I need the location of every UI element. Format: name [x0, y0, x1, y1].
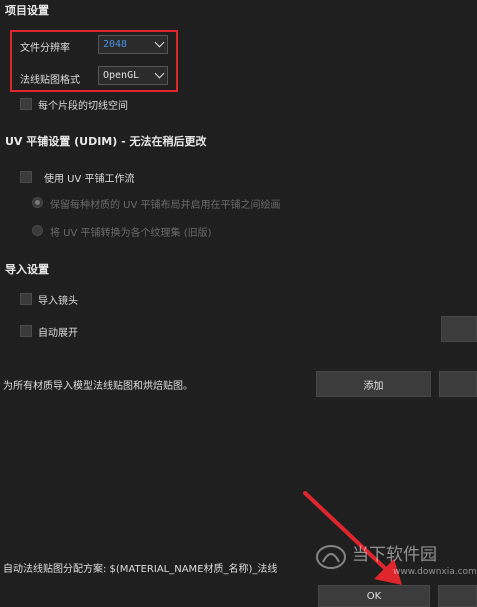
resolution-label: 文件分辨率 — [20, 43, 70, 54]
import-cameras-checkbox[interactable] — [20, 293, 32, 305]
uv-option2-label: 将 UV 平铺转换为各个纹理集 (旧版) — [50, 228, 212, 239]
watermark-logo-icon — [316, 545, 346, 569]
normal-format-select[interactable]: OpenGL — [98, 66, 168, 85]
add-button[interactable]: 添加 — [316, 371, 431, 397]
uv-option2-radio[interactable] — [32, 225, 43, 236]
chevron-down-icon — [154, 37, 165, 48]
side-button[interactable] — [441, 316, 477, 342]
remove-button[interactable] — [439, 371, 477, 397]
watermark-title: 当下软件园 — [352, 545, 437, 565]
tangent-space-label: 每个片段的切线空间 — [38, 101, 128, 112]
project-settings-heading: 项目设置 — [5, 4, 49, 17]
auto-unwrap-checkbox[interactable] — [20, 325, 32, 337]
uv-option1-label: 保留每种材质的 UV 平铺布局并启用在平铺之间绘画 — [50, 200, 281, 211]
cancel-button[interactable] — [438, 585, 477, 607]
resolution-value: 2048 — [103, 39, 128, 50]
chevron-down-icon — [154, 68, 165, 79]
radio-dot — [35, 200, 40, 205]
watermark-url: www.downxia.com — [393, 567, 477, 577]
import-cameras-label: 导入镜头 — [38, 296, 78, 307]
uv-settings-heading: UV 平铺设置 (UDIM) - 无法在稍后更改 — [5, 135, 207, 148]
tangent-space-checkbox[interactable] — [20, 98, 32, 110]
bake-maps-text: 为所有材质导入模型法线贴图和烘焙贴图。 — [3, 381, 193, 392]
normal-assign-text: 自动法线贴图分配方案: $(MATERIAL_NAME材质_名称)_法线 — [3, 564, 278, 575]
resolution-select[interactable]: 2048 — [98, 35, 168, 54]
uv-tile-label: 使用 UV 平铺工作流 — [44, 174, 135, 185]
import-settings-heading: 导入设置 — [5, 263, 49, 276]
uv-option1-radio[interactable] — [32, 197, 43, 208]
normal-format-label: 法线贴图格式 — [20, 75, 80, 86]
uv-tile-checkbox[interactable] — [20, 171, 32, 183]
normal-format-value: OpenGL — [103, 70, 140, 81]
auto-unwrap-label: 自动展开 — [38, 328, 78, 339]
